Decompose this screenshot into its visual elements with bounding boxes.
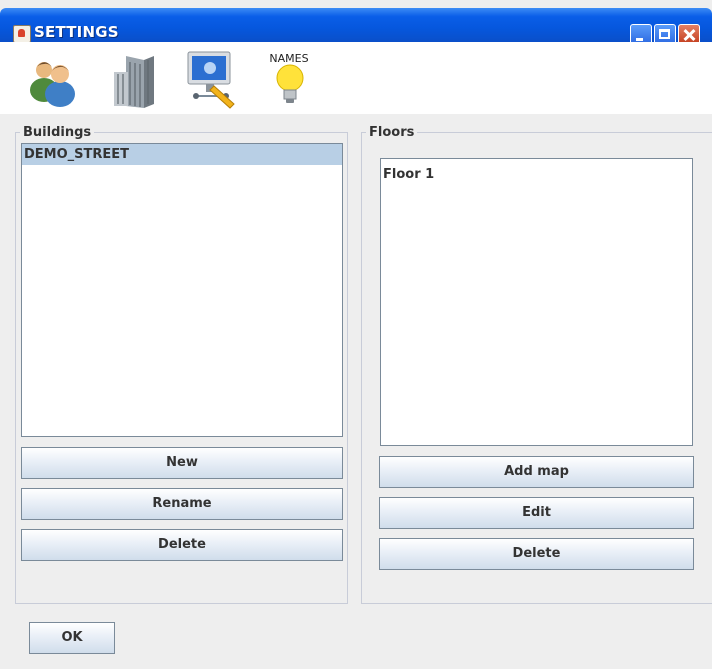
edit-floor-button[interactable]: Edit (379, 497, 694, 529)
building-icon (114, 56, 154, 108)
floors-panel-label: Floors (366, 125, 418, 140)
toolbar: NAMES (0, 42, 712, 114)
floors-list[interactable]: Floor 1 (380, 158, 693, 446)
delete-building-button[interactable]: Delete (21, 529, 343, 561)
buildings-list[interactable]: DEMO_STREET (21, 143, 343, 437)
network-tool-button[interactable] (180, 46, 244, 110)
floors-panel: Floors Floor 1 Add map Edit Delete (361, 125, 712, 604)
names-label: NAMES (269, 52, 309, 65)
buildings-panel-label: Buildings (20, 125, 95, 140)
new-building-button[interactable]: New (21, 447, 343, 479)
users-icon (30, 62, 75, 107)
buildings-panel: Buildings DEMO_STREET New Rename Delete (15, 125, 348, 604)
users-tool-button[interactable] (20, 46, 84, 110)
window-title: SETTINGS (34, 23, 119, 41)
add-map-button[interactable]: Add map (379, 456, 694, 488)
java-app-icon (13, 25, 31, 43)
delete-floor-button[interactable]: Delete (379, 538, 694, 570)
building-list-item[interactable]: DEMO_STREET (22, 144, 342, 165)
title-bar[interactable]: SETTINGS (0, 8, 712, 46)
rename-building-button[interactable]: Rename (21, 488, 343, 520)
building-tool-button[interactable] (104, 46, 168, 110)
network-computer-icon (187, 51, 235, 109)
names-tool-button[interactable]: NAMES (258, 46, 322, 110)
floor-list-item[interactable]: Floor 1 (381, 164, 692, 185)
settings-window: SETTINGS NAMES Buildings DEMO_STREET New… (0, 0, 712, 669)
ok-button[interactable]: OK (29, 622, 115, 654)
